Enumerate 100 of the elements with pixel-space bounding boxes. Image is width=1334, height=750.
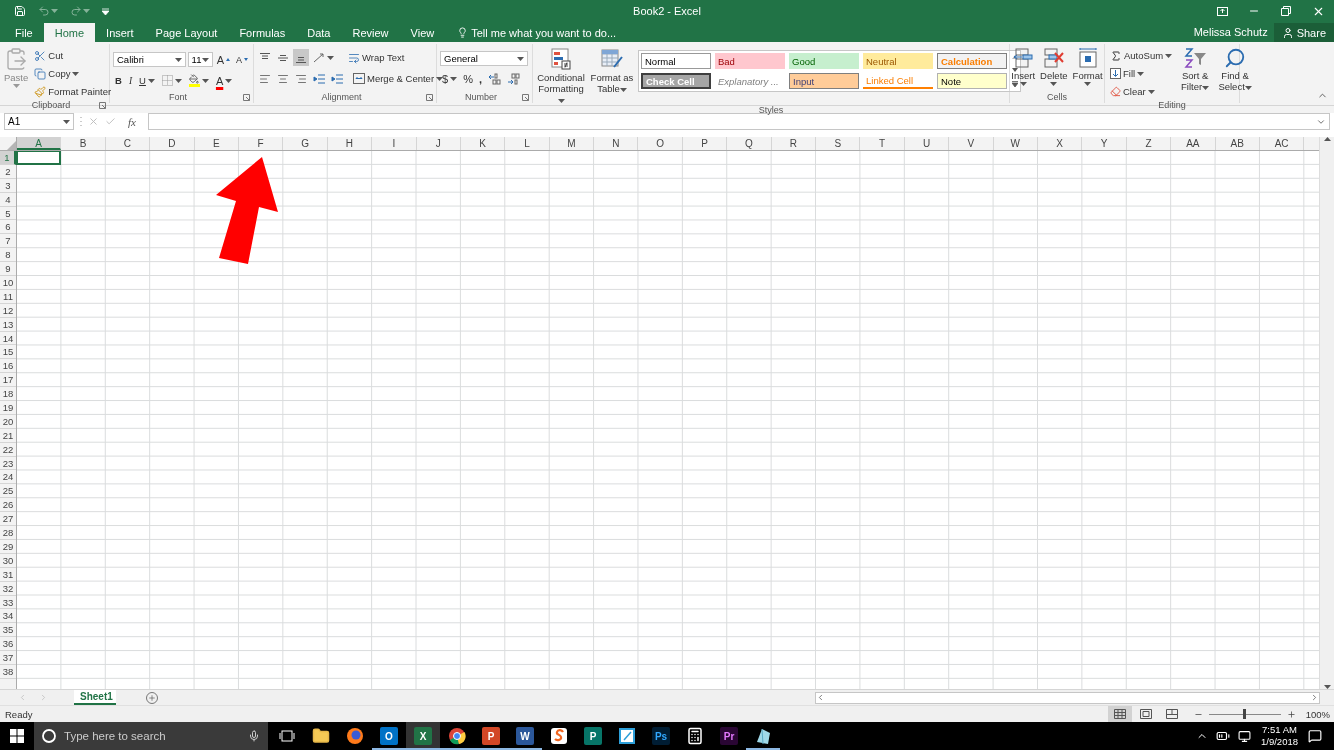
- font-size-field[interactable]: 11: [187, 52, 213, 67]
- ribbon-tab[interactable]: Page Layout: [144, 23, 229, 42]
- vertical-align-button[interactable]: [293, 49, 309, 66]
- cell-style-option[interactable]: Neutral: [863, 53, 933, 69]
- underline-button[interactable]: U: [137, 72, 157, 89]
- row-header[interactable]: 26: [0, 498, 16, 513]
- column-header[interactable]: R: [771, 137, 817, 150]
- column-header[interactable]: AB: [1215, 137, 1260, 150]
- row-header[interactable]: 38: [0, 664, 16, 679]
- scroll-up-icon[interactable]: [1323, 137, 1331, 141]
- name-box[interactable]: A1: [4, 113, 74, 130]
- row-header[interactable]: 22: [0, 442, 16, 457]
- borders-button[interactable]: [159, 72, 184, 89]
- row-header[interactable]: 29: [0, 539, 16, 554]
- tell-me-field[interactable]: Tell me what you want to do...: [451, 23, 623, 42]
- row-header[interactable]: 9: [0, 262, 16, 276]
- dialog-launcher-icon[interactable]: [426, 93, 433, 101]
- column-header[interactable]: O: [638, 137, 683, 150]
- column-header[interactable]: U: [904, 137, 950, 150]
- cut-button[interactable]: Cut: [32, 47, 114, 64]
- formula-input[interactable]: [148, 113, 1330, 130]
- column-header[interactable]: H: [327, 137, 373, 150]
- row-header[interactable]: 20: [0, 414, 16, 429]
- row-header[interactable]: 33: [0, 595, 16, 610]
- taskbar-search-field[interactable]: Type here to search: [34, 722, 268, 750]
- ribbon-tab[interactable]: File: [4, 23, 44, 42]
- row-header[interactable]: 18: [0, 387, 16, 402]
- column-header[interactable]: Q: [727, 137, 772, 150]
- row-header[interactable]: 17: [0, 373, 16, 388]
- column-header[interactable]: I: [372, 137, 417, 150]
- column-header[interactable]: V: [949, 137, 994, 150]
- bold-button[interactable]: B: [113, 72, 124, 89]
- column-header[interactable]: N: [594, 137, 639, 150]
- conditional-formatting-button[interactable]: Conditional Formatting: [536, 47, 586, 105]
- column-header[interactable]: B: [61, 137, 106, 150]
- cell-style-option[interactable]: Bad: [715, 53, 785, 69]
- dialog-launcher-icon[interactable]: [522, 93, 529, 101]
- notifications-icon[interactable]: [1308, 729, 1322, 743]
- find-select-button[interactable]: Find & Select: [1216, 47, 1255, 100]
- row-header[interactable]: 11: [0, 289, 16, 304]
- row-header[interactable]: 32: [0, 581, 16, 596]
- column-header[interactable]: K: [460, 137, 506, 150]
- cells-button[interactable]: Insert: [1010, 47, 1037, 91]
- clear-button[interactable]: Clear: [1108, 83, 1175, 100]
- column-header[interactable]: F: [238, 137, 284, 150]
- battery-icon[interactable]: [1216, 729, 1230, 743]
- font-color-button[interactable]: A: [213, 72, 235, 89]
- taskbar-app-button[interactable]: X: [406, 722, 440, 750]
- insert-function-button[interactable]: fx: [122, 115, 142, 128]
- scroll-up-icon[interactable]: [1012, 55, 1018, 60]
- column-header[interactable]: X: [1038, 137, 1083, 150]
- font-name-field[interactable]: Calibri: [113, 52, 186, 67]
- column-header[interactable]: P: [682, 137, 728, 150]
- scroll-down-icon[interactable]: [1012, 68, 1018, 72]
- row-header[interactable]: 4: [0, 192, 16, 207]
- view-button[interactable]: [1107, 706, 1132, 722]
- row-header[interactable]: 1: [0, 151, 16, 165]
- ribbon-tab[interactable]: View: [399, 23, 446, 42]
- row-header[interactable]: 15: [0, 345, 16, 360]
- column-header[interactable]: J: [416, 137, 461, 150]
- row-header[interactable]: 8: [0, 248, 16, 263]
- row-header[interactable]: 3: [0, 178, 16, 193]
- taskbar-app-button[interactable]: P: [474, 722, 508, 750]
- column-header[interactable]: L: [505, 137, 550, 150]
- horizontal-scrollbar[interactable]: [815, 691, 1320, 704]
- dialog-launcher-icon[interactable]: [99, 101, 106, 109]
- fill-color-button[interactable]: [186, 72, 211, 89]
- column-header[interactable]: W: [993, 137, 1038, 150]
- cell-style-option[interactable]: Input: [789, 73, 859, 89]
- ribbon-tab[interactable]: Home: [43, 23, 96, 42]
- row-header[interactable]: 19: [0, 401, 16, 415]
- row-header[interactable]: 37: [0, 651, 16, 665]
- ribbon-tab[interactable]: Data: [296, 23, 342, 42]
- column-header[interactable]: S: [816, 137, 861, 150]
- taskbar-clock[interactable]: 7:51 AM 1/9/2018: [1261, 722, 1298, 750]
- row-header[interactable]: 7: [0, 234, 16, 249]
- selected-cell[interactable]: [16, 151, 62, 165]
- row-header[interactable]: 31: [0, 567, 16, 582]
- taskbar-app-button[interactable]: P: [576, 722, 610, 750]
- quick-access-button[interactable]: [100, 7, 111, 15]
- percent-button[interactable]: %: [461, 70, 475, 87]
- row-header[interactable]: 36: [0, 637, 16, 652]
- wrap-text-button[interactable]: Wrap Text: [346, 49, 407, 66]
- row-header[interactable]: 34: [0, 609, 16, 624]
- row-header[interactable]: 6: [0, 220, 16, 235]
- column-header[interactable]: A: [17, 137, 62, 150]
- row-header[interactable]: 24: [0, 470, 16, 485]
- row-header[interactable]: 12: [0, 303, 16, 318]
- cell-style-option[interactable]: Normal: [641, 53, 711, 69]
- scroll-left-icon[interactable]: [816, 693, 825, 702]
- row-header[interactable]: 10: [0, 276, 16, 290]
- share-button[interactable]: Share: [1273, 23, 1334, 42]
- ribbon-tab[interactable]: Formulas: [228, 23, 297, 42]
- column-header[interactable]: G: [283, 137, 328, 150]
- cell-style-option[interactable]: Note: [937, 73, 1007, 89]
- row-header[interactable]: 35: [0, 623, 16, 638]
- zoom-in-icon[interactable]: [1286, 709, 1296, 719]
- column-header[interactable]: D: [150, 137, 195, 150]
- ribbon-tab[interactable]: Review: [341, 23, 400, 42]
- row-header[interactable]: 5: [0, 206, 16, 221]
